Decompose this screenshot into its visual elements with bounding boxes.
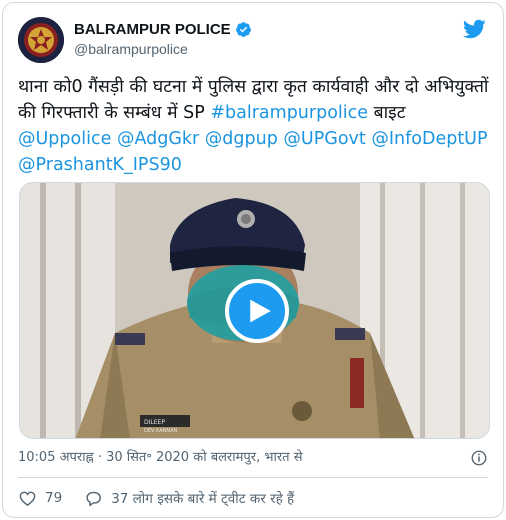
mention-link[interactable]: @UPGovt — [283, 129, 365, 149]
tweet-actions: 79 37 लोग इसके बारे में ट्वीट कर रहे हैं — [18, 486, 488, 510]
play-icon — [249, 299, 271, 323]
police-emblem-logo — [18, 17, 64, 63]
tweet-text: थाना को0 गैंसड़ी की घटना में पुलिस द्वार… — [18, 74, 493, 178]
verified-badge-icon — [235, 22, 251, 37]
mention-link[interactable]: @InfoDeptUP — [371, 129, 487, 149]
hashtag-link[interactable]: #balrampurpolice — [210, 103, 368, 123]
mention-link[interactable]: @Uppolice — [18, 129, 111, 149]
tweet-header: BALRAMPUR POLICE @balrampurpolice — [18, 15, 488, 65]
info-icon[interactable] — [470, 449, 488, 467]
mention-link[interactable]: @PrashantK_IPS90 — [18, 155, 182, 175]
account-names: BALRAMPUR POLICE @balrampurpolice — [74, 21, 252, 57]
name-plate-line1: DILEEP — [144, 419, 165, 426]
play-button[interactable] — [225, 279, 289, 343]
video-player[interactable]: DILEEP DEV KANNAN — [19, 182, 490, 439]
reply-bubble-icon[interactable] — [84, 489, 103, 508]
mention-link[interactable]: @AdgGkr — [117, 129, 199, 149]
divider — [18, 477, 488, 478]
conversation-action[interactable]: 37 लोग इसके बारे में ट्वीट कर रहे हैं — [84, 489, 294, 508]
avatar[interactable] — [18, 17, 64, 63]
name-plate-line2: DEV KANNAN — [144, 428, 178, 434]
tweet-text-segment: बाइट — [368, 103, 406, 123]
display-name[interactable]: BALRAMPUR POLICE — [74, 21, 231, 38]
like-count: 79 — [45, 490, 63, 506]
twitter-bird-icon[interactable] — [462, 17, 486, 41]
conversation-label: 37 लोग इसके बारे में ट्वीट कर रहे हैं — [111, 491, 295, 507]
like-action[interactable]: 79 — [18, 489, 62, 508]
account-handle[interactable]: @balrampurpolice — [74, 41, 252, 57]
tweet-meta: 10:05 अपराह्न · 30 सित॰ 2020 को बलरामपुर… — [18, 447, 488, 469]
tweet-card[interactable]: BALRAMPUR POLICE @balrampurpolice थाना क… — [2, 2, 504, 518]
tweet-timestamp[interactable]: 10:05 अपराह्न · 30 सित॰ 2020 को बलरामपुर… — [18, 450, 303, 465]
mention-link[interactable]: @dgpup — [205, 129, 278, 149]
heart-icon[interactable] — [18, 489, 37, 508]
display-name-row: BALRAMPUR POLICE — [74, 21, 252, 38]
